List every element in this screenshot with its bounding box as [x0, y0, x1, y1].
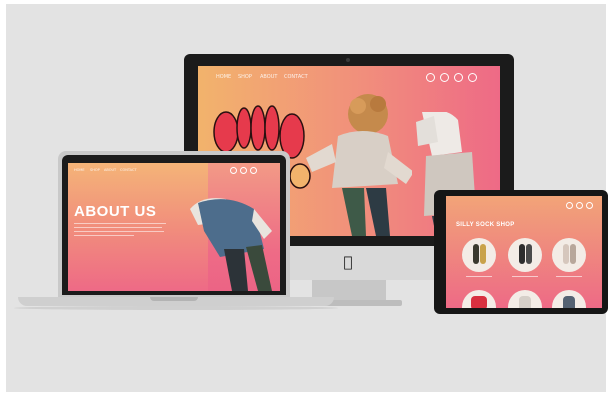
imac-nav-about[interactable]: ABOUT — [260, 74, 277, 80]
product-tile[interactable] — [552, 290, 586, 308]
apple-icon:  — [341, 254, 355, 270]
about-text-line — [74, 231, 164, 232]
laptop-nav-about[interactable]: ABOUT — [104, 168, 116, 172]
laptop-nav-shop[interactable]: SHOP — [90, 168, 100, 172]
about-text-line — [74, 223, 166, 224]
cart-icon[interactable] — [240, 167, 247, 174]
laptop-nav-home[interactable]: HOME — [74, 168, 85, 172]
product-tile[interactable] — [508, 290, 542, 308]
shop-heading: SILLY SOCK SHOP — [456, 222, 515, 228]
search-icon[interactable] — [230, 167, 237, 174]
about-text-line — [74, 227, 162, 228]
menu-icon[interactable] — [586, 202, 593, 209]
cart-icon[interactable] — [566, 202, 573, 209]
product-tile[interactable] — [552, 238, 586, 272]
laptop-nav-contact[interactable]: CONTACT — [120, 168, 137, 172]
product-tile[interactable] — [462, 290, 496, 308]
user-icon[interactable] — [576, 202, 583, 209]
laptop-screen: HOME SHOP ABOUT CONTACT ABOUT US — [68, 163, 280, 291]
imac-nav-contact[interactable]: CONTACT — [284, 74, 308, 80]
product-tile[interactable] — [508, 238, 542, 272]
imac-nav-shop[interactable]: SHOP — [238, 74, 252, 80]
product-caption — [466, 276, 492, 277]
product-caption — [556, 276, 582, 277]
product-tile[interactable] — [462, 238, 496, 272]
laptop-shadow — [14, 306, 338, 310]
product-mockup:  HOME SHOP ABOUT CONTACT — [0, 0, 612, 396]
menu-icon[interactable] — [468, 73, 477, 82]
about-model-figure — [190, 198, 272, 291]
laptop-opening-notch — [150, 297, 198, 301]
product-caption — [512, 276, 538, 277]
user-icon[interactable] — [250, 167, 257, 174]
cart-icon[interactable] — [440, 73, 449, 82]
search-icon[interactable] — [426, 73, 435, 82]
about-text-line — [74, 235, 134, 236]
imac-nav-home[interactable]: HOME — [216, 74, 231, 80]
tablet-screen: SILLY SOCK SHOP — [446, 196, 602, 308]
user-icon[interactable] — [454, 73, 463, 82]
imac-camera — [346, 58, 350, 62]
about-heading: ABOUT US — [74, 203, 157, 220]
model-figure-left — [306, 94, 412, 236]
